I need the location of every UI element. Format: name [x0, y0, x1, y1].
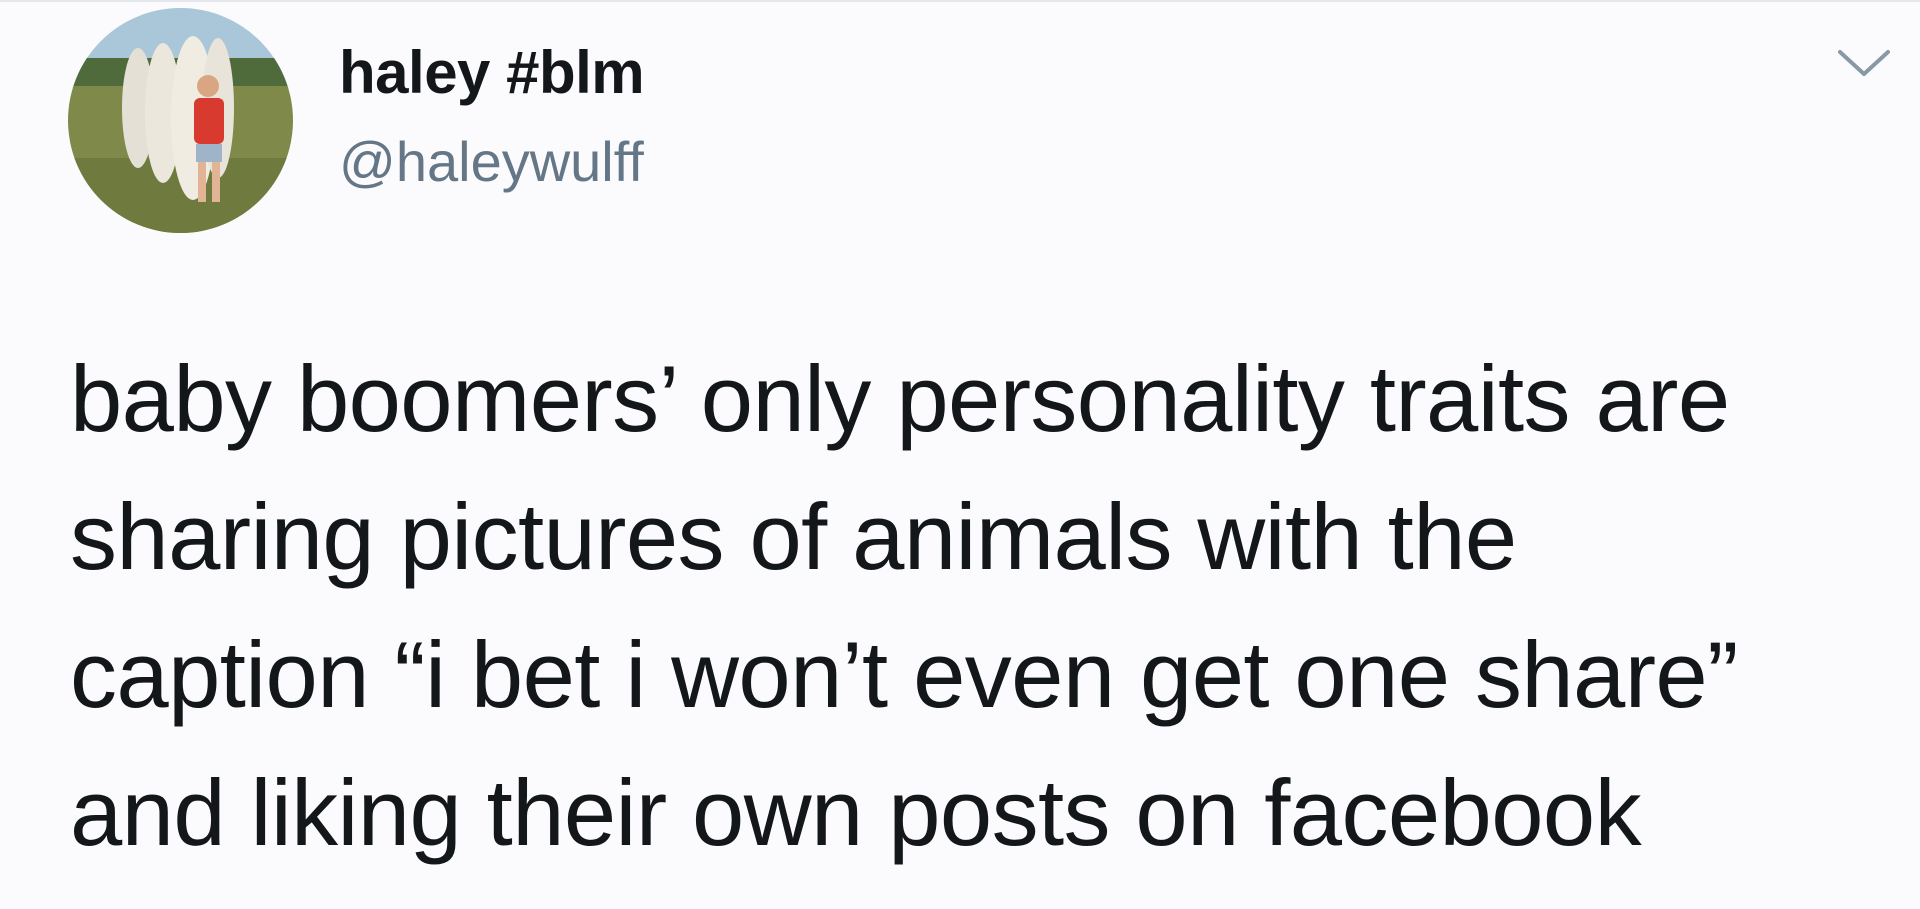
tweet-card: haley #blm @haleywulff baby boomers’ onl…	[0, 0, 1920, 909]
tweet-text-line: caption “i bet i won’t even get one shar…	[70, 622, 1738, 727]
tweet-text-line: and liking their own posts on facebook	[70, 760, 1642, 865]
tweet-text-line: sharing pictures of animals with the	[70, 484, 1517, 589]
avatar-photo	[68, 8, 293, 233]
author-display-name[interactable]: haley #blm	[339, 38, 645, 107]
chevron-down-icon	[1838, 50, 1890, 76]
tweet-text: baby boomers’ only personality traits ar…	[70, 330, 1890, 882]
tweet-text-line: baby boomers’ only personality traits ar…	[70, 346, 1730, 451]
tweet-menu-button[interactable]	[1834, 42, 1894, 86]
author-handle[interactable]: @haleywulff	[339, 129, 644, 194]
author-avatar[interactable]	[68, 8, 293, 233]
